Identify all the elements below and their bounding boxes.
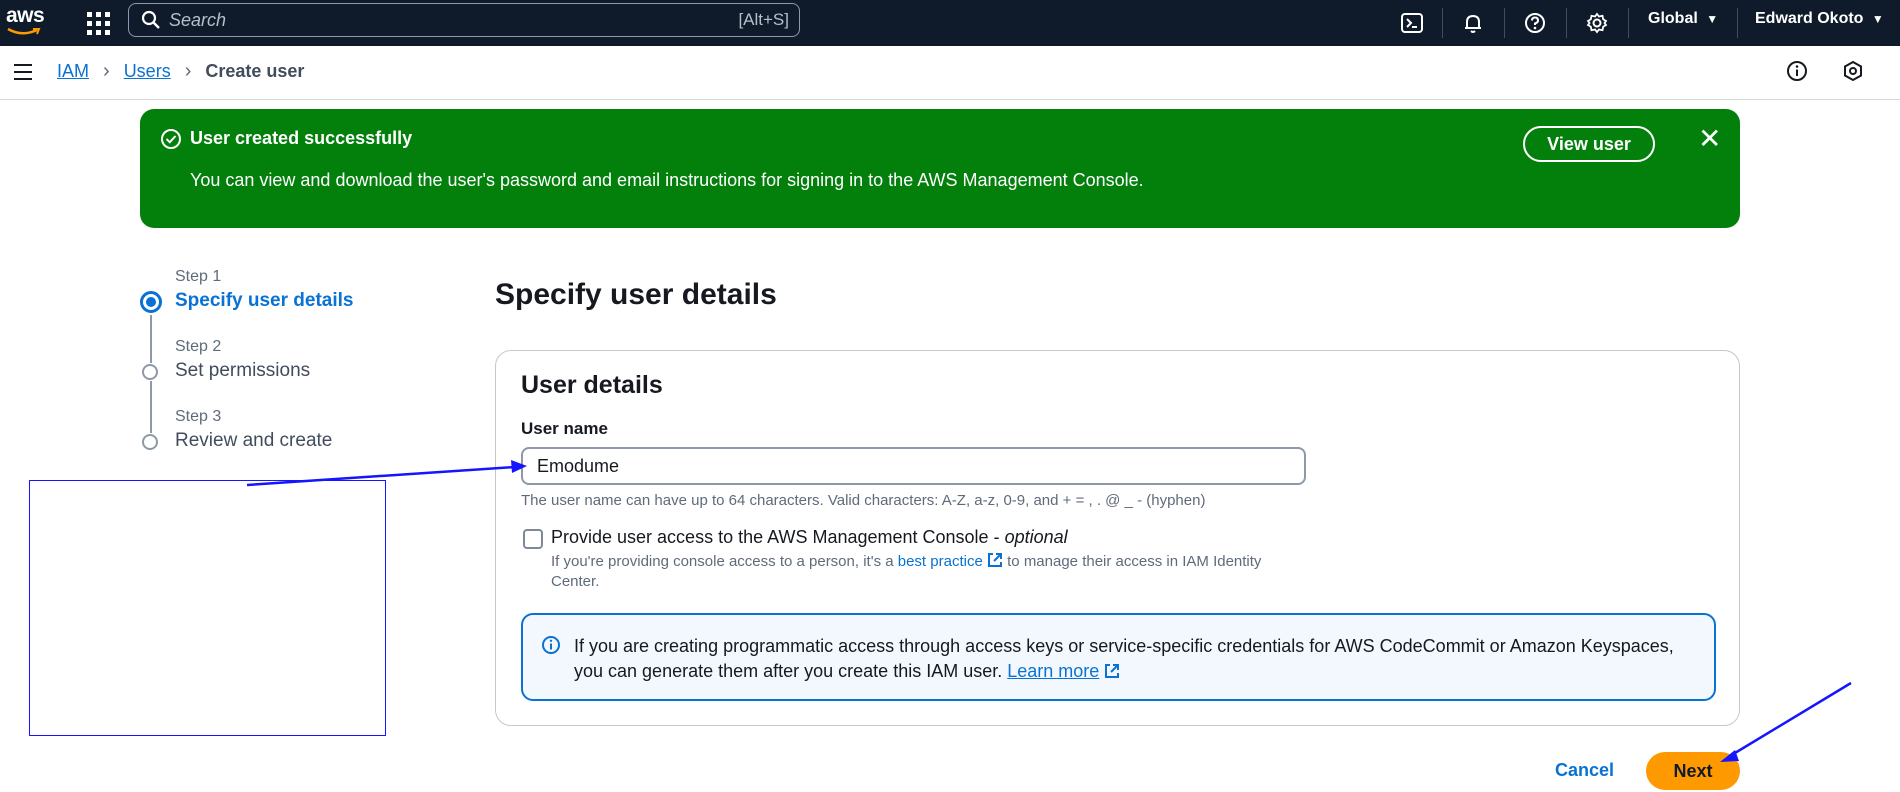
cancel-button[interactable]: Cancel <box>1555 760 1614 781</box>
cloudshell-icon[interactable] <box>1397 8 1427 38</box>
search-shortcut: [Alt+S] <box>738 10 789 29</box>
next-button[interactable]: Next <box>1646 752 1740 790</box>
chevron-right-icon: › <box>103 60 110 82</box>
success-flash: User created successfully You can view a… <box>140 109 1740 228</box>
region-selector[interactable]: Global ▼ <box>1648 10 1718 28</box>
menu-icon[interactable] <box>14 64 32 85</box>
breadcrumb-current: Create user <box>205 61 305 81</box>
user-details-panel: User details User name Emodume The user … <box>495 350 1740 726</box>
step-3-name: Review and create <box>175 430 333 451</box>
user-name-hint: The user name can have up to 64 characte… <box>521 492 1206 509</box>
step-3-label: Step 3 <box>175 408 222 425</box>
user-name-label: User name <box>521 419 608 438</box>
console-access-description: If you're providing console access to a … <box>551 553 1262 590</box>
services-menu-icon[interactable] <box>85 10 110 35</box>
info-icon[interactable] <box>1786 60 1808 87</box>
bell-icon[interactable] <box>1458 8 1488 38</box>
user-name: Edward Okoto <box>1755 10 1864 27</box>
step-1-label: Step 1 <box>175 268 222 285</box>
console-access-checkbox[interactable] <box>523 529 543 549</box>
search-icon <box>141 10 160 29</box>
flash-title: User created successfully <box>190 128 413 148</box>
step-2-label: Step 2 <box>175 338 222 355</box>
external-link-icon <box>1105 664 1120 678</box>
gear-icon[interactable] <box>1582 8 1612 38</box>
chevron-right-icon: › <box>184 60 192 82</box>
user-name-input[interactable]: Emodume <box>521 447 1306 485</box>
step-3-indicator <box>142 434 158 450</box>
smile-icon <box>7 27 41 35</box>
panel-title: User details <box>521 371 663 399</box>
wizard-steps: Step 1 Specify user details Step 2 Set p… <box>140 265 470 465</box>
view-user-button[interactable]: View user <box>1523 126 1655 162</box>
external-link-icon <box>987 553 1002 567</box>
breadcrumb: IAM › Users › Create user <box>57 60 304 83</box>
learn-more-link[interactable]: Learn more <box>1007 661 1099 681</box>
step-1-indicator <box>140 291 162 313</box>
breadcrumb-users[interactable]: Users <box>124 61 171 82</box>
help-icon[interactable] <box>1520 8 1550 38</box>
top-navigation: aws Search [Alt+S] Global ▼ Edward Okoto <box>0 0 1900 46</box>
annotation-arrow <box>1729 681 1852 758</box>
caret-down-icon: ▼ <box>1871 12 1884 26</box>
breadcrumb-bar: IAM › Users › Create user <box>0 46 1900 100</box>
caret-down-icon: ▼ <box>1706 12 1719 26</box>
best-practice-link[interactable]: best practice <box>898 553 983 570</box>
step-2-indicator <box>142 364 158 380</box>
step-2-name: Set permissions <box>175 360 311 381</box>
console-access-label[interactable]: Provide user access to the AWS Managemen… <box>551 527 1068 548</box>
search-input[interactable]: Search [Alt+S] <box>128 3 800 37</box>
breadcrumb-iam[interactable]: IAM <box>57 61 89 82</box>
aws-logo[interactable]: aws <box>6 5 46 39</box>
region-label: Global <box>1648 10 1698 27</box>
page-title: Specify user details <box>495 278 777 311</box>
check-circle-icon <box>161 129 181 149</box>
account-menu[interactable]: Edward Okoto ▼ <box>1755 10 1884 28</box>
info-icon <box>542 636 560 654</box>
feedback-icon[interactable] <box>1842 60 1864 87</box>
close-icon[interactable]: ✕ <box>1698 125 1721 153</box>
logo-text: aws <box>6 4 45 27</box>
annotation-box <box>29 480 386 736</box>
flash-message: You can view and download the user's pas… <box>190 170 1144 190</box>
step-1-link[interactable]: Specify user details <box>175 290 353 312</box>
search-placeholder: Search <box>169 9 227 30</box>
info-text: If you are creating programmatic access … <box>574 636 1674 681</box>
info-alert: If you are creating programmatic access … <box>521 613 1716 701</box>
